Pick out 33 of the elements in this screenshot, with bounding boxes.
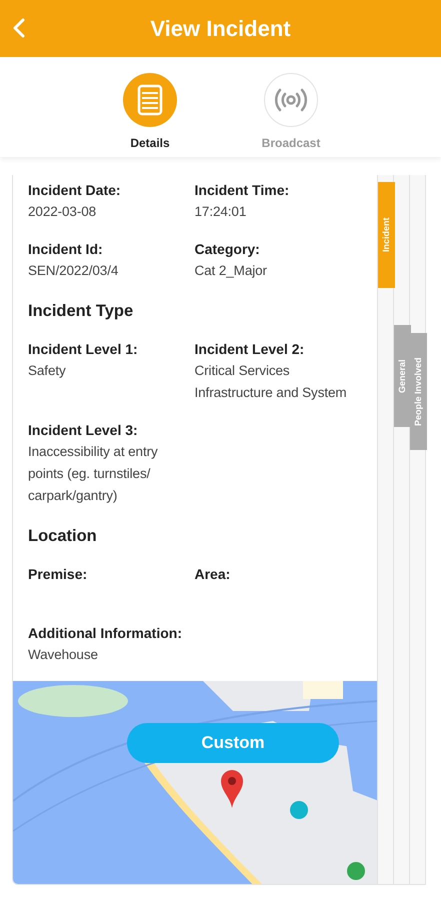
tab-button[interactable] <box>264 73 318 127</box>
field-value: Safety <box>28 362 67 380</box>
side-tab[interactable]: Incident <box>378 182 395 288</box>
field-value: 17:24:01 <box>194 203 248 221</box>
field-label: Incident Id: <box>28 240 104 259</box>
field-value: Inaccessibility at entry points (eg. turnstiles/ carpark/gantry) <box>28 442 159 505</box>
broadcast-icon <box>274 87 308 113</box>
field-value: 2022-03-08 <box>28 203 98 221</box>
field-value: Critical Services Infrastructure and System <box>194 362 348 402</box>
field-label: Additional Information: <box>28 624 183 642</box>
page-title: View Incident <box>150 15 291 43</box>
back-icon[interactable] <box>12 18 26 38</box>
side-tab[interactable]: General <box>394 325 411 427</box>
field-label: Incident Level 3: <box>28 420 139 440</box>
map-pin-icon <box>220 768 244 808</box>
field-label: Incident Level 2: <box>194 340 306 359</box>
field-label: Category: <box>194 240 261 259</box>
custom-button[interactable]: Custom <box>127 722 339 762</box>
field-label: Premise: <box>28 564 88 584</box>
tab-label[interactable]: Details <box>130 134 170 152</box>
tab-button[interactable] <box>123 73 177 127</box>
section-heading: Incident Type <box>28 301 134 322</box>
field-label: Incident Time: <box>194 181 290 200</box>
tab-label[interactable]: Broadcast <box>262 134 320 152</box>
field-value: Cat 2_Major <box>194 262 268 280</box>
section-heading: Location <box>28 526 97 547</box>
field-label: Area: <box>194 564 232 584</box>
field-value: Wavehouse <box>28 646 99 664</box>
side-tab[interactable]: People Involved <box>410 333 427 450</box>
field-label: Incident Level 1: <box>28 340 139 359</box>
field-value: SEN/2022/03/4 <box>28 262 120 280</box>
document-icon <box>137 84 163 116</box>
field-label: Incident Date: <box>28 181 122 200</box>
